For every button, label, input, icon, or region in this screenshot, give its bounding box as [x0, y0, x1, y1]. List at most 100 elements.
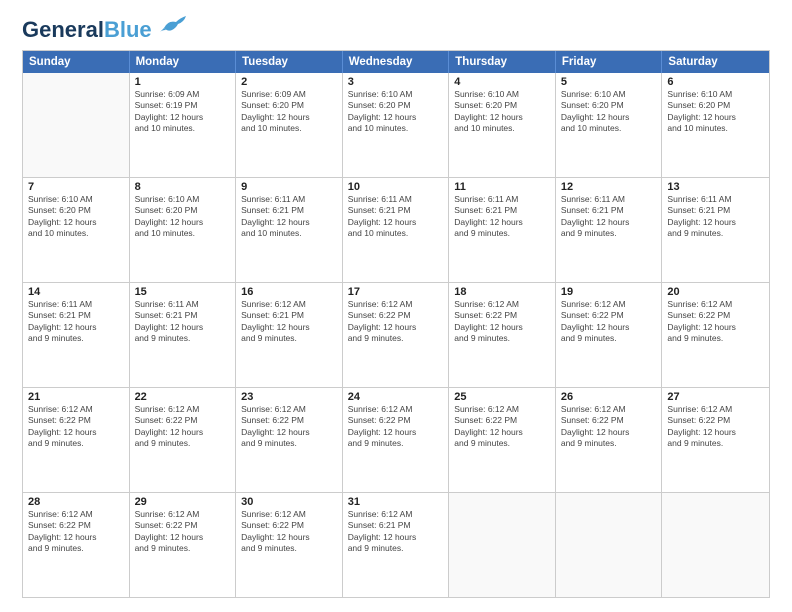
day-number: 5 [561, 76, 657, 88]
day-info: Sunrise: 6:12 AM Sunset: 6:22 PM Dayligh… [561, 299, 657, 345]
day-number: 16 [241, 286, 337, 298]
day-info: Sunrise: 6:11 AM Sunset: 6:21 PM Dayligh… [561, 194, 657, 240]
day-number: 20 [667, 286, 764, 298]
logo-blue: Blue [104, 17, 152, 42]
calendar-cell: 23Sunrise: 6:12 AM Sunset: 6:22 PM Dayli… [236, 388, 343, 492]
day-number: 30 [241, 496, 337, 508]
logo-text: GeneralBlue [22, 19, 152, 41]
calendar-cell: 3Sunrise: 6:10 AM Sunset: 6:20 PM Daylig… [343, 73, 450, 177]
day-info: Sunrise: 6:11 AM Sunset: 6:21 PM Dayligh… [135, 299, 231, 345]
day-info: Sunrise: 6:12 AM Sunset: 6:22 PM Dayligh… [454, 404, 550, 450]
calendar-cell: 1Sunrise: 6:09 AM Sunset: 6:19 PM Daylig… [130, 73, 237, 177]
day-number: 28 [28, 496, 124, 508]
day-number: 27 [667, 391, 764, 403]
logo: GeneralBlue [22, 18, 188, 42]
day-number: 10 [348, 181, 444, 193]
weekday-header: Saturday [662, 51, 769, 73]
day-info: Sunrise: 6:12 AM Sunset: 6:21 PM Dayligh… [241, 299, 337, 345]
calendar-cell [662, 493, 769, 597]
day-info: Sunrise: 6:10 AM Sunset: 6:20 PM Dayligh… [667, 89, 764, 135]
calendar-cell [23, 73, 130, 177]
day-number: 12 [561, 181, 657, 193]
weekday-header: Tuesday [236, 51, 343, 73]
calendar-cell: 5Sunrise: 6:10 AM Sunset: 6:20 PM Daylig… [556, 73, 663, 177]
day-info: Sunrise: 6:12 AM Sunset: 6:22 PM Dayligh… [667, 299, 764, 345]
calendar-cell: 26Sunrise: 6:12 AM Sunset: 6:22 PM Dayli… [556, 388, 663, 492]
day-info: Sunrise: 6:12 AM Sunset: 6:22 PM Dayligh… [28, 509, 124, 555]
day-info: Sunrise: 6:12 AM Sunset: 6:22 PM Dayligh… [135, 404, 231, 450]
calendar-cell: 18Sunrise: 6:12 AM Sunset: 6:22 PM Dayli… [449, 283, 556, 387]
calendar-cell: 28Sunrise: 6:12 AM Sunset: 6:22 PM Dayli… [23, 493, 130, 597]
day-number: 21 [28, 391, 124, 403]
day-info: Sunrise: 6:12 AM Sunset: 6:22 PM Dayligh… [348, 299, 444, 345]
calendar-cell: 20Sunrise: 6:12 AM Sunset: 6:22 PM Dayli… [662, 283, 769, 387]
day-number: 26 [561, 391, 657, 403]
day-number: 14 [28, 286, 124, 298]
calendar-cell: 15Sunrise: 6:11 AM Sunset: 6:21 PM Dayli… [130, 283, 237, 387]
calendar-row: 7Sunrise: 6:10 AM Sunset: 6:20 PM Daylig… [23, 177, 769, 282]
weekday-header: Monday [130, 51, 237, 73]
day-info: Sunrise: 6:12 AM Sunset: 6:22 PM Dayligh… [28, 404, 124, 450]
weekday-header: Friday [556, 51, 663, 73]
day-number: 11 [454, 181, 550, 193]
day-info: Sunrise: 6:11 AM Sunset: 6:21 PM Dayligh… [667, 194, 764, 240]
calendar-cell: 14Sunrise: 6:11 AM Sunset: 6:21 PM Dayli… [23, 283, 130, 387]
day-info: Sunrise: 6:10 AM Sunset: 6:20 PM Dayligh… [454, 89, 550, 135]
calendar-cell: 27Sunrise: 6:12 AM Sunset: 6:22 PM Dayli… [662, 388, 769, 492]
calendar-cell: 12Sunrise: 6:11 AM Sunset: 6:21 PM Dayli… [556, 178, 663, 282]
day-number: 15 [135, 286, 231, 298]
day-info: Sunrise: 6:12 AM Sunset: 6:22 PM Dayligh… [241, 404, 337, 450]
day-info: Sunrise: 6:10 AM Sunset: 6:20 PM Dayligh… [135, 194, 231, 240]
day-info: Sunrise: 6:12 AM Sunset: 6:22 PM Dayligh… [561, 404, 657, 450]
day-number: 6 [667, 76, 764, 88]
day-number: 9 [241, 181, 337, 193]
day-info: Sunrise: 6:11 AM Sunset: 6:21 PM Dayligh… [28, 299, 124, 345]
calendar-cell [556, 493, 663, 597]
weekday-header: Thursday [449, 51, 556, 73]
day-number: 18 [454, 286, 550, 298]
day-number: 3 [348, 76, 444, 88]
calendar-cell: 30Sunrise: 6:12 AM Sunset: 6:22 PM Dayli… [236, 493, 343, 597]
day-info: Sunrise: 6:10 AM Sunset: 6:20 PM Dayligh… [561, 89, 657, 135]
weekday-header: Wednesday [343, 51, 450, 73]
calendar-cell: 13Sunrise: 6:11 AM Sunset: 6:21 PM Dayli… [662, 178, 769, 282]
calendar-cell: 10Sunrise: 6:11 AM Sunset: 6:21 PM Dayli… [343, 178, 450, 282]
calendar-cell: 9Sunrise: 6:11 AM Sunset: 6:21 PM Daylig… [236, 178, 343, 282]
calendar-cell: 19Sunrise: 6:12 AM Sunset: 6:22 PM Dayli… [556, 283, 663, 387]
day-number: 31 [348, 496, 444, 508]
day-number: 22 [135, 391, 231, 403]
calendar-row: 14Sunrise: 6:11 AM Sunset: 6:21 PM Dayli… [23, 282, 769, 387]
calendar-cell: 29Sunrise: 6:12 AM Sunset: 6:22 PM Dayli… [130, 493, 237, 597]
day-info: Sunrise: 6:11 AM Sunset: 6:21 PM Dayligh… [454, 194, 550, 240]
day-info: Sunrise: 6:12 AM Sunset: 6:22 PM Dayligh… [135, 509, 231, 555]
day-info: Sunrise: 6:10 AM Sunset: 6:20 PM Dayligh… [28, 194, 124, 240]
day-number: 4 [454, 76, 550, 88]
calendar-cell: 11Sunrise: 6:11 AM Sunset: 6:21 PM Dayli… [449, 178, 556, 282]
day-info: Sunrise: 6:12 AM Sunset: 6:22 PM Dayligh… [454, 299, 550, 345]
calendar-row: 1Sunrise: 6:09 AM Sunset: 6:19 PM Daylig… [23, 73, 769, 177]
calendar-cell: 16Sunrise: 6:12 AM Sunset: 6:21 PM Dayli… [236, 283, 343, 387]
calendar-cell: 7Sunrise: 6:10 AM Sunset: 6:20 PM Daylig… [23, 178, 130, 282]
day-info: Sunrise: 6:12 AM Sunset: 6:22 PM Dayligh… [667, 404, 764, 450]
calendar-cell: 6Sunrise: 6:10 AM Sunset: 6:20 PM Daylig… [662, 73, 769, 177]
day-number: 1 [135, 76, 231, 88]
calendar: SundayMondayTuesdayWednesdayThursdayFrid… [22, 50, 770, 598]
day-number: 25 [454, 391, 550, 403]
day-info: Sunrise: 6:12 AM Sunset: 6:22 PM Dayligh… [348, 404, 444, 450]
day-info: Sunrise: 6:12 AM Sunset: 6:21 PM Dayligh… [348, 509, 444, 555]
logo-bird-icon [156, 14, 188, 42]
calendar-header: SundayMondayTuesdayWednesdayThursdayFrid… [23, 51, 769, 73]
day-info: Sunrise: 6:09 AM Sunset: 6:19 PM Dayligh… [135, 89, 231, 135]
day-number: 24 [348, 391, 444, 403]
page: GeneralBlue SundayMondayTuesdayWednesday… [0, 0, 792, 612]
day-number: 7 [28, 181, 124, 193]
calendar-row: 21Sunrise: 6:12 AM Sunset: 6:22 PM Dayli… [23, 387, 769, 492]
calendar-cell [449, 493, 556, 597]
day-number: 13 [667, 181, 764, 193]
day-info: Sunrise: 6:11 AM Sunset: 6:21 PM Dayligh… [241, 194, 337, 240]
day-number: 2 [241, 76, 337, 88]
calendar-cell: 25Sunrise: 6:12 AM Sunset: 6:22 PM Dayli… [449, 388, 556, 492]
calendar-cell: 22Sunrise: 6:12 AM Sunset: 6:22 PM Dayli… [130, 388, 237, 492]
day-number: 8 [135, 181, 231, 193]
header: GeneralBlue [22, 18, 770, 42]
